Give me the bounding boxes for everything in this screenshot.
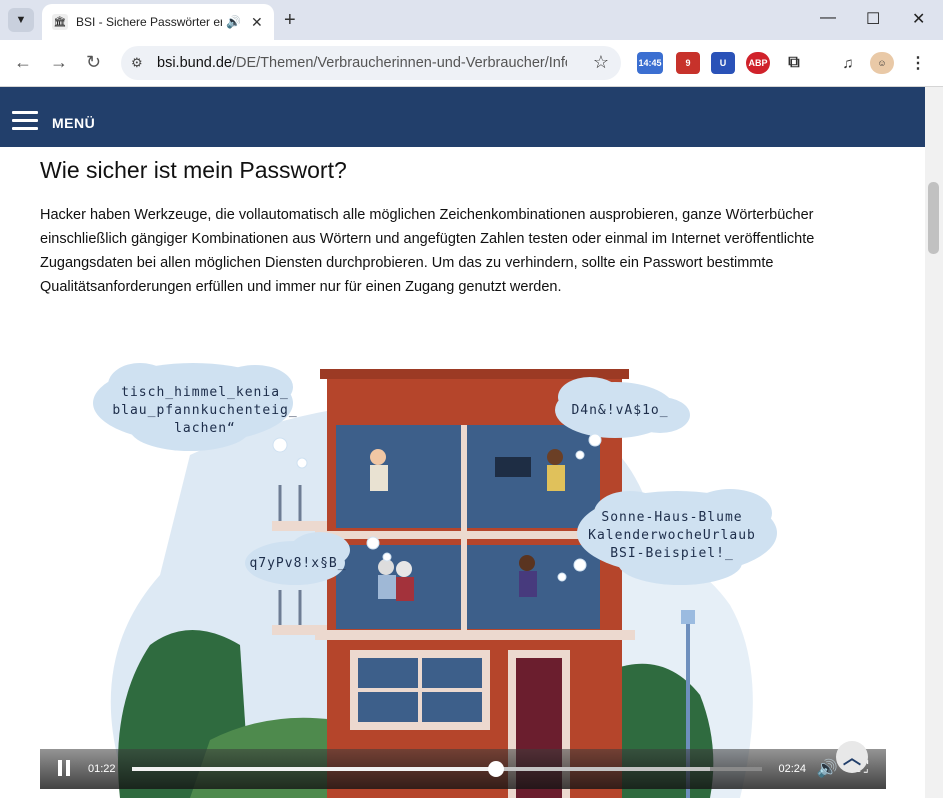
article-heading: Wie sicher ist mein Passwort? [40, 157, 347, 183]
site-navigation: MENÜ [0, 87, 925, 147]
site-settings-icon[interactable]: ⚙ [131, 55, 143, 71]
minimize-icon[interactable]: — [820, 9, 836, 27]
browser-titlebar: ▼ 🏛 BSI - Sichere Passwörter ers 🔊 ✕ + —… [0, 0, 943, 40]
volume-icon[interactable]: 🔊 [817, 759, 838, 779]
browser-menu-icon[interactable]: ⋮ [906, 52, 930, 74]
maximize-icon[interactable]: ☐ [866, 9, 880, 29]
calendar-extension-icon[interactable]: 14:45 [637, 52, 663, 74]
bubble3-text: q7yPv8!x§B_ [249, 556, 346, 571]
bubble2-text: D4n&!vA$1o_ [571, 403, 668, 418]
video-controls: 01:22 02:24 🔊 ⛶ [40, 749, 886, 789]
scroll-to-top-button[interactable]: ︿ [836, 741, 868, 773]
scrollbar-thumb[interactable] [928, 182, 939, 254]
url-path: /DE/Themen/Verbraucherinnen-und-Verbrauc… [231, 55, 567, 71]
house-illustration: tisch_himmel_kenia_ blau_pfannkuchenteig… [93, 363, 777, 798]
article-paragraph: Hacker haben Werkzeuge, die vollautomati… [40, 207, 815, 295]
window-close-icon[interactable]: ✕ [912, 9, 925, 29]
speaker-icon[interactable]: 🔊 [226, 15, 241, 29]
page-content: Wie sicher ist mein Passwort? Hacker hab… [0, 147, 925, 798]
chevron-down-icon: ▼ [15, 14, 27, 26]
tab-search-button[interactable]: ▼ [8, 8, 34, 32]
browser-toolbar: ← → ↻ ⚙ bsi.bund.de/DE/Themen/Verbrauche… [0, 40, 943, 87]
bubble1-line2: blau_pfannkuchenteig_ [112, 403, 297, 418]
menu-button[interactable]: MENÜ [52, 115, 95, 131]
bubble4-line1: Sonne-Haus-Blume [601, 510, 742, 525]
url-host: bsi.bund.de [157, 55, 232, 71]
video-player[interactable]: tisch_himmel_kenia_ blau_pfannkuchenteig… [40, 345, 886, 798]
bookmark-star-icon[interactable]: ☆ [593, 52, 609, 73]
chevron-up-icon: ︿ [843, 748, 861, 768]
played-bar [132, 767, 497, 771]
bubble4-line2: KalenderwocheUrlaub [588, 528, 756, 543]
pause-button[interactable] [58, 760, 74, 781]
browser-tab[interactable]: 🏛 BSI - Sichere Passwörter ers 🔊 ✕ [42, 4, 274, 40]
profile-avatar[interactable]: ☺ [870, 52, 894, 74]
tab-title: BSI - Sichere Passwörter ers [76, 15, 222, 29]
url-text: bsi.bund.de/DE/Themen/Verbraucherinnen-u… [157, 55, 567, 71]
bsi-favicon-icon: 🏛 [52, 14, 68, 30]
address-bar[interactable]: ⚙ bsi.bund.de/DE/Themen/Verbraucherinnen… [121, 46, 621, 80]
forward-arrow-icon[interactable]: → [50, 52, 68, 73]
back-arrow-icon[interactable]: ← [14, 52, 32, 73]
adblock-extension-icon[interactable]: ABP [746, 52, 770, 74]
bubble4-line3: BSI-Beispiel!_ [610, 546, 734, 561]
current-time: 01:22 [88, 763, 116, 775]
seek-knob[interactable] [488, 761, 505, 777]
media-control-icon[interactable]: ♫ [836, 52, 860, 74]
mail-count: 9 [685, 58, 691, 68]
total-time: 02:24 [778, 763, 806, 775]
bubble1-line1: tisch_himmel_kenia_ [121, 385, 289, 400]
hamburger-menu-icon[interactable] [12, 111, 38, 131]
bitwarden-extension-icon[interactable]: U [711, 52, 735, 74]
tab-close-icon[interactable]: ✕ [251, 14, 263, 31]
mail-extension-icon[interactable]: 9 [676, 52, 700, 74]
page-scrollbar[interactable] [925, 87, 943, 798]
reload-icon[interactable]: ↻ [86, 52, 101, 73]
seek-bar[interactable] [132, 761, 762, 777]
bubble1-line3: lachen“ [174, 421, 236, 436]
adblock-label: ABP [748, 58, 768, 68]
new-tab-icon[interactable]: + [284, 9, 296, 32]
calendar-time: 14:45 [638, 58, 662, 68]
extensions-puzzle-icon[interactable]: ⧉ [782, 52, 806, 74]
